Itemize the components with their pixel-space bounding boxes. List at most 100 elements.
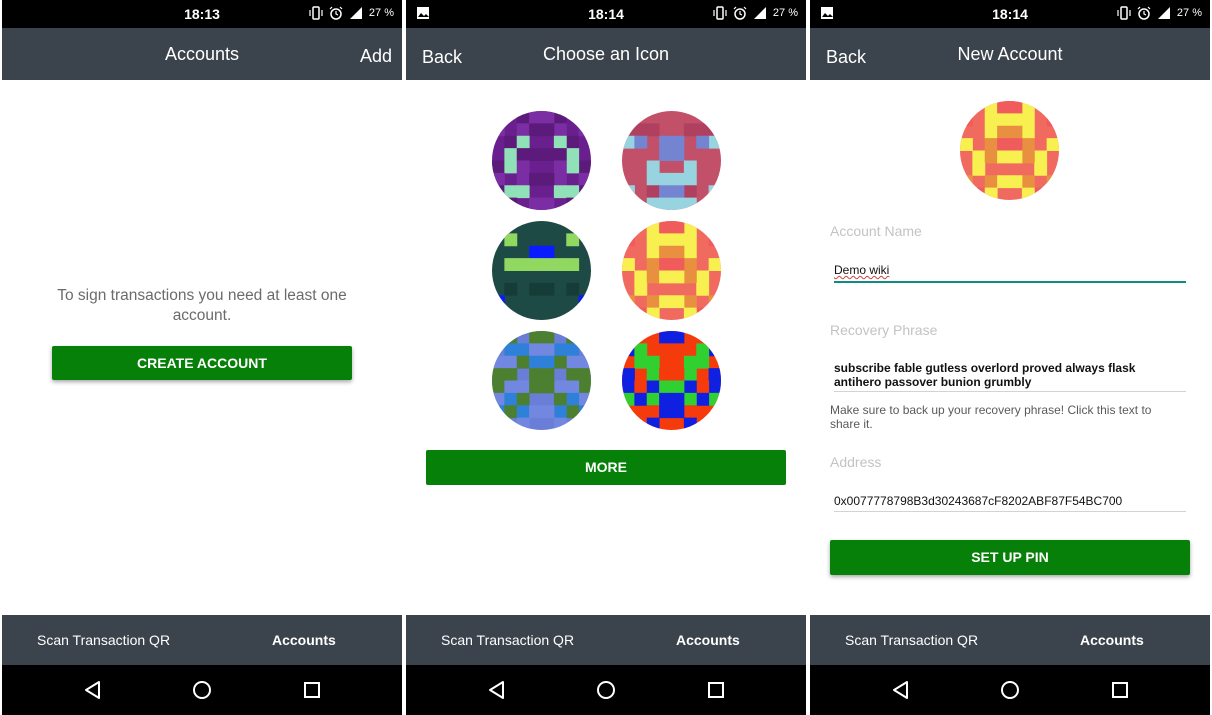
identicon-cell — [492, 331, 505, 344]
identicon-cell — [516, 343, 530, 357]
tab-accounts[interactable]: Accounts — [1080, 632, 1144, 648]
recents-nav-icon[interactable] — [1109, 679, 1131, 701]
identicon-cell — [566, 258, 580, 271]
identicon-cell — [622, 307, 635, 320]
identicon-cell — [578, 160, 591, 174]
back-nav-icon[interactable] — [486, 679, 508, 701]
icon-option[interactable] — [622, 221, 721, 320]
tab-accounts[interactable]: Accounts — [676, 632, 740, 648]
identicon-cell — [634, 380, 648, 394]
identicon-cell — [1046, 113, 1059, 127]
identicon-cell — [671, 185, 685, 199]
identicon-cell — [646, 368, 660, 381]
identicon-cell — [646, 295, 660, 309]
identicon-cell — [541, 258, 555, 271]
home-nav-icon[interactable] — [999, 679, 1021, 701]
back-nav-icon[interactable] — [82, 679, 104, 701]
icon-option[interactable] — [492, 111, 591, 210]
identicon-cell — [504, 355, 518, 369]
identicon-cell — [504, 343, 518, 357]
recovery-phrase-hint[interactable]: Make sure to back up your recovery phras… — [830, 403, 1170, 431]
identicon-cell — [1034, 162, 1048, 176]
app-bar: Back New Account — [810, 28, 1210, 80]
recents-nav-icon[interactable] — [301, 679, 323, 701]
identicon-cell — [529, 111, 542, 124]
account-name-input[interactable]: Demo wiki — [834, 263, 1186, 277]
identicon-cell — [659, 392, 672, 406]
tab-scan-transaction[interactable]: Scan Transaction QR — [845, 632, 978, 648]
identicon-cell — [708, 380, 721, 394]
identicon-cell — [553, 185, 567, 199]
identicon-cell — [634, 270, 648, 284]
icon-option[interactable] — [492, 331, 591, 430]
set-up-pin-button[interactable]: SET UP PIN — [830, 540, 1190, 575]
identicon-cell — [683, 245, 697, 259]
battery-level: 27 % — [1176, 7, 1202, 19]
identicon-cell — [984, 125, 998, 139]
alarm-icon — [733, 6, 747, 20]
identicon-blue-olive-icon — [492, 331, 591, 430]
icon-option[interactable] — [622, 331, 721, 430]
system-nav-bar — [406, 665, 806, 715]
bottom-tab-bar: Scan Transaction QR Accounts — [2, 615, 402, 665]
status-bar: 18:14 27 % — [406, 0, 806, 28]
identicon-cell — [984, 187, 998, 200]
recents-nav-icon[interactable] — [705, 679, 727, 701]
identicon-cell — [659, 343, 672, 357]
identicon-cell — [516, 185, 530, 199]
address-value[interactable]: 0x0077778798B3d30243687cF8202ABF87F54BC7… — [834, 494, 1186, 508]
identicon-cell — [504, 368, 518, 381]
identicon-cell — [683, 185, 697, 199]
home-nav-icon[interactable] — [191, 679, 213, 701]
identicon-cell — [659, 405, 672, 419]
identicon-cell — [529, 405, 542, 419]
page-title: Choose an Icon — [542, 44, 670, 64]
identicon-cell — [696, 270, 710, 284]
icon-option[interactable] — [492, 221, 591, 320]
identicon-cell — [683, 380, 697, 394]
tab-scan-transaction[interactable]: Scan Transaction QR — [37, 632, 170, 648]
identicon-cell — [541, 172, 555, 186]
address-underline — [834, 511, 1186, 512]
identicon-cell — [529, 331, 542, 344]
identicon-cell — [622, 343, 635, 357]
tab-accounts[interactable]: Accounts — [272, 632, 336, 648]
identicon-cell — [659, 185, 672, 199]
battery-level: 27 % — [772, 7, 798, 19]
identicon-cell — [492, 295, 505, 309]
home-nav-icon[interactable] — [595, 679, 617, 701]
identicon-cell — [578, 355, 591, 369]
identicon-cell — [566, 331, 580, 344]
identicon-cell — [553, 123, 567, 137]
identicon-cell — [659, 197, 672, 210]
identicon-cell — [622, 380, 635, 394]
create-account-button[interactable]: CREATE ACCOUNT — [52, 346, 352, 380]
identicon-cell — [671, 405, 685, 419]
identicon-cell — [997, 113, 1010, 127]
identicon-cell — [671, 172, 685, 186]
selected-account-icon[interactable] — [960, 101, 1059, 200]
tab-scan-transaction[interactable]: Scan Transaction QR — [441, 632, 574, 648]
add-button[interactable]: Add — [360, 46, 392, 67]
icon-option[interactable] — [622, 111, 721, 210]
identicon-cell — [622, 123, 635, 137]
identicon-cell — [659, 331, 672, 344]
identicon-cell — [516, 405, 530, 419]
recovery-phrase-input[interactable]: subscribe fable gutless overlord proved … — [834, 361, 1186, 389]
identicon-cell — [997, 138, 1010, 151]
more-button[interactable]: MORE — [426, 450, 786, 485]
identicon-cell — [566, 355, 580, 369]
identicon-cell — [671, 197, 685, 210]
identicon-cell — [659, 380, 672, 394]
identicon-cell — [997, 125, 1010, 139]
identicon-cell — [634, 392, 648, 406]
identicon-cell — [696, 307, 710, 320]
identicon-cell — [492, 405, 505, 419]
status-bar: 18:13 27 % — [2, 0, 402, 28]
identicon-cell — [671, 258, 685, 271]
identicon-cell — [578, 405, 591, 419]
back-nav-icon[interactable] — [890, 679, 912, 701]
identicon-cell — [529, 368, 542, 381]
identicon-cell — [541, 123, 555, 137]
identicon-cell — [671, 295, 685, 309]
